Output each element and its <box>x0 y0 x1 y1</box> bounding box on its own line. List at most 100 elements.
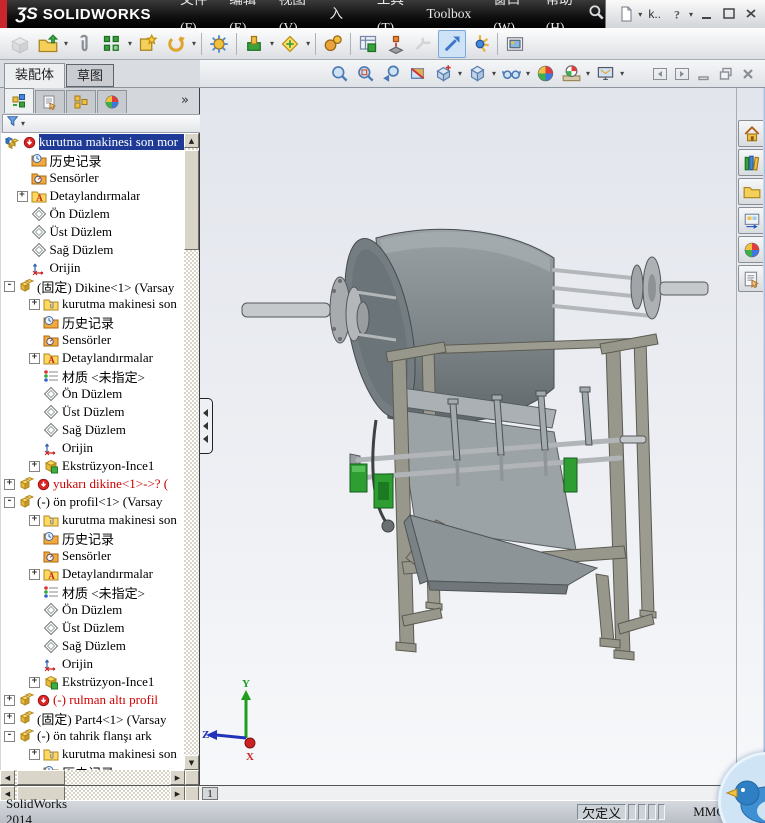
tree-item[interactable]: Sensörler <box>1 169 184 187</box>
tree-expand-toggle[interactable]: + <box>29 352 40 364</box>
scroll-right-button[interactable]: ▶ <box>170 770 185 785</box>
assembly-model[interactable]: Y Z X <box>200 88 763 785</box>
view-page-tab[interactable]: 1 <box>202 787 218 800</box>
new-document-dropdown-icon[interactable]: ▾ <box>638 10 642 19</box>
bill-of-materials-button[interactable] <box>354 30 382 58</box>
apply-scene-dropdown-icon[interactable]: ▾ <box>586 69 590 78</box>
tree-item[interactable]: + Ekstrüzyon-Ince1 <box>1 457 184 475</box>
tree-expand-toggle[interactable]: + <box>29 460 40 472</box>
tree-item[interactable]: - (-) ön tahrik flanşı ark <box>1 727 184 745</box>
tab-assembly[interactable]: 装配体 <box>4 63 66 88</box>
mdi-min-button[interactable] <box>694 65 713 82</box>
hide-show-items-button[interactable] <box>498 61 524 87</box>
open-document-dropdown-icon[interactable]: ▾ <box>64 39 68 48</box>
tree-item[interactable]: Sensörler <box>1 547 184 565</box>
tree-expand-toggle[interactable]: + <box>29 514 40 526</box>
tree-item[interactable]: Sensörler <box>1 331 184 349</box>
tree-item[interactable]: Üst Düzlem <box>1 619 184 637</box>
pane-right-button[interactable] <box>672 65 691 82</box>
help-dropdown-icon[interactable]: ▾ <box>689 10 693 19</box>
scroll-down-button[interactable]: ▼ <box>184 755 199 770</box>
tree-item[interactable]: + kurutma makinesi son <box>1 511 184 529</box>
window-minimize-button[interactable] <box>697 4 717 24</box>
scroll-thumb[interactable] <box>184 150 199 250</box>
tree-expand-toggle[interactable]: + <box>29 676 40 688</box>
tree-item[interactable]: Ön Düzlem <box>1 205 184 223</box>
tree-horizontal-scrollbar[interactable]: ◀ ▶ <box>0 770 199 785</box>
help-icon[interactable]: ? <box>667 4 687 24</box>
tree-expand-toggle[interactable]: + <box>4 712 15 724</box>
scroll-thumb[interactable] <box>17 770 65 785</box>
tree-item[interactable]: + yukarı dikine<1>->? ( <box>1 475 184 493</box>
tree-item[interactable]: + A Detaylandırmalar <box>1 187 184 205</box>
view-palette-button[interactable] <box>738 207 763 234</box>
edit-appearance-button[interactable] <box>532 61 558 87</box>
tree-item[interactable]: + (-) rulman altı profil <box>1 691 184 709</box>
tree-item[interactable]: - (固定) Dikine<1> (Varsay <box>1 277 184 295</box>
tree-item[interactable]: Orijin <box>1 655 184 673</box>
reference-geometry-button[interactable] <box>276 30 304 58</box>
tree-item[interactable]: kurutma makinesi son mor <box>1 133 184 151</box>
resources-home-button[interactable] <box>738 120 763 147</box>
view-settings-dropdown-icon[interactable]: ▾ <box>620 69 624 78</box>
assembly-features-dropdown-icon[interactable]: ▾ <box>270 39 274 48</box>
tree-item[interactable]: Üst Düzlem <box>1 403 184 421</box>
assembly-features-button[interactable] <box>240 30 268 58</box>
tree-item[interactable]: Sağ Düzlem <box>1 421 184 439</box>
view-orientation-dropdown-icon[interactable]: ▾ <box>458 69 462 78</box>
tree-expand-toggle[interactable]: + <box>29 568 40 580</box>
tree-expand-toggle[interactable]: - <box>4 496 15 508</box>
hide-show-items-dropdown-icon[interactable]: ▾ <box>526 69 530 78</box>
tree-item[interactable]: Sağ Düzlem <box>1 637 184 655</box>
tab-sketch[interactable]: 草图 <box>66 64 115 87</box>
tree-item[interactable]: Ön Düzlem <box>1 601 184 619</box>
tree-item[interactable]: Üst Düzlem <box>1 223 184 241</box>
tree-vertical-scrollbar[interactable]: ▲ ▼ <box>184 133 199 770</box>
tab-configurationmanager[interactable] <box>66 90 96 113</box>
tree-expand-toggle[interactable]: - <box>4 730 15 742</box>
scrollbar-gripper[interactable] <box>185 770 199 785</box>
tab-propertymanager[interactable] <box>35 90 65 113</box>
tree-item[interactable]: 历史记录 <box>1 529 184 547</box>
tree-expand-toggle[interactable]: + <box>29 298 40 310</box>
tree-item[interactable]: - (-) ön profil<1> (Varsay <box>1 493 184 511</box>
linear-component-pattern-dropdown-icon[interactable]: ▾ <box>128 39 132 48</box>
tree-expand-toggle[interactable]: + <box>16 190 28 202</box>
file-explorer-button[interactable] <box>738 178 763 205</box>
scrollbar-gripper[interactable] <box>185 786 199 801</box>
tree-item[interactable]: 历史记录 <box>1 763 184 770</box>
model-right-shaft[interactable] <box>552 256 709 320</box>
graphics-viewport[interactable]: Y Z X <box>200 88 763 785</box>
tree-item[interactable]: + A Detaylandırmalar <box>1 565 184 583</box>
smart-fasteners-button[interactable] <box>134 30 162 58</box>
move-component-dropdown-icon[interactable]: ▾ <box>192 39 196 48</box>
view-orientation-button[interactable] <box>430 61 456 87</box>
tree-item[interactable]: + (固定) Part4<1> (Varsay <box>1 709 184 727</box>
panel-tabs-overflow-chevron[interactable]: » <box>181 93 189 108</box>
scroll-left-button[interactable]: ◀ <box>0 770 15 785</box>
pane-left-button[interactable] <box>650 65 669 82</box>
instant3d-button[interactable] <box>438 29 467 58</box>
section-view-button[interactable] <box>404 61 430 87</box>
new-motion-study-button[interactable] <box>319 30 347 58</box>
tree-item[interactable]: Orijin <box>1 259 184 277</box>
open-document-button[interactable] <box>34 30 62 58</box>
panel-collapse-splitter[interactable] <box>200 398 213 454</box>
exploded-view-button[interactable] <box>382 30 410 58</box>
tab-featuremanager[interactable] <box>4 88 34 113</box>
previous-view-button[interactable] <box>378 61 404 87</box>
display-style-button[interactable] <box>464 61 490 87</box>
display-style-dropdown-icon[interactable]: ▾ <box>492 69 496 78</box>
mdi-restore-button[interactable] <box>716 65 735 82</box>
tree-item[interactable]: + kurutma makinesi son <box>1 295 184 313</box>
take-snapshot-button[interactable] <box>501 30 529 58</box>
tree-item[interactable]: 材质 <未指定> <box>1 583 184 601</box>
tree-item[interactable]: 材质 <未指定> <box>1 367 184 385</box>
tree-expand-toggle[interactable]: + <box>4 694 15 706</box>
window-close-button[interactable] <box>741 4 761 24</box>
appearances-scenes-button[interactable] <box>738 236 763 263</box>
apply-scene-button[interactable] <box>558 61 584 87</box>
scroll-up-button[interactable]: ▲ <box>184 133 199 148</box>
tree-filter-bar[interactable]: ▾ <box>2 114 201 133</box>
tree-item[interactable]: + A Detaylandırmalar <box>1 349 184 367</box>
